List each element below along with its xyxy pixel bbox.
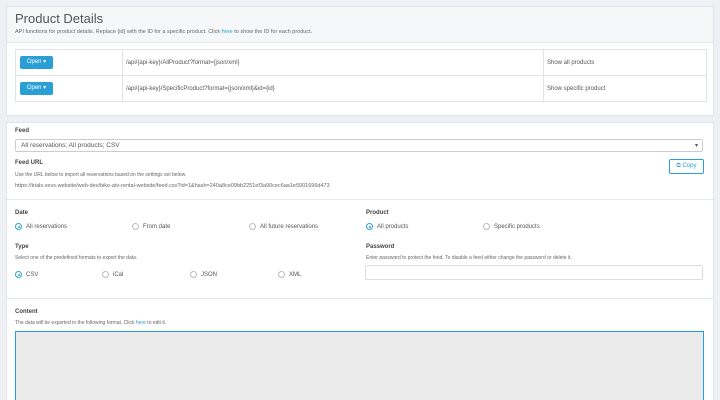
divider [7,298,713,299]
radio-type-ical[interactable]: iCal [102,271,123,278]
divider [7,199,713,200]
radio-date-from[interactable]: From date [132,223,170,230]
content-label: Content [15,309,38,315]
product-label: Product [366,210,389,216]
radio-type-json[interactable]: JSON [190,271,217,278]
feed-url-link[interactable]: https://trials.vevs.website/web-dev/bike… [15,183,330,189]
panel-description: API functions for product details. Repla… [15,29,313,35]
radio-unchecked-icon [190,271,197,278]
radio-unchecked-icon [278,271,285,278]
radio-unchecked-icon [132,223,139,230]
open-button[interactable]: Open ▾ [20,82,53,95]
radio-type-csv[interactable]: CSV [15,271,38,278]
api-table: Open ▾ /api/{api-key}/AllProduct?format=… [15,49,707,102]
type-help: Select one of the predefined formats to … [15,255,138,261]
radio-date-future[interactable]: All future reservations [249,223,318,230]
api-description: Show specific product [543,75,707,102]
radio-unchecked-icon [483,223,490,230]
feed-panel: Feed All reservations; All products; CSV… [6,122,714,400]
open-button[interactable]: Open ▾ [20,56,53,69]
feed-label: Feed [15,128,30,134]
feed-url-help: Use the URL below to import all reservat… [15,172,187,178]
feed-select[interactable]: All reservations; All products; CSV ▾ [15,139,703,152]
table-row: Open ▾ /api/{api-key}/AllProduct?format=… [15,49,707,76]
type-label: Type [15,244,29,250]
api-path: /api/{api-key}/SpecificProduct?format={j… [122,75,544,102]
table-row: Open ▾ /api/{api-key}/SpecificProduct?fo… [15,75,707,102]
show-ids-link[interactable]: here [222,29,233,35]
radio-unchecked-icon [249,223,256,230]
content-textarea[interactable] [15,331,704,400]
radio-unchecked-icon [102,271,109,278]
copy-icon: ⧉ [676,163,681,169]
chevron-down-icon: ▾ [694,143,698,149]
panel-header: Product Details API functions for produc… [7,7,713,43]
api-path: /api/{api-key}/AllProduct?format={json/x… [122,49,544,76]
radio-checked-icon [15,271,22,278]
radio-product-specific[interactable]: Specific products [483,223,540,230]
radio-checked-icon [366,223,373,230]
radio-type-xml[interactable]: XML [278,271,301,278]
api-description: Show all products [543,49,707,76]
radio-product-all[interactable]: All products [366,223,408,230]
edit-format-link[interactable]: here [136,320,146,326]
feed-url-label: Feed URL [15,160,44,166]
content-help: The data will be exported in the followi… [15,320,167,326]
copy-button[interactable]: ⧉ Copy [669,159,704,174]
radio-checked-icon [15,223,22,230]
date-label: Date [15,210,29,216]
password-input[interactable] [365,265,703,280]
page-title: Product Details [15,11,104,26]
password-help: Enter password to protect the feed. To d… [366,255,572,261]
password-label: Password [366,244,395,250]
product-details-panel: Product Details API functions for produc… [6,6,714,116]
radio-date-all[interactable]: All reservations [15,223,67,230]
